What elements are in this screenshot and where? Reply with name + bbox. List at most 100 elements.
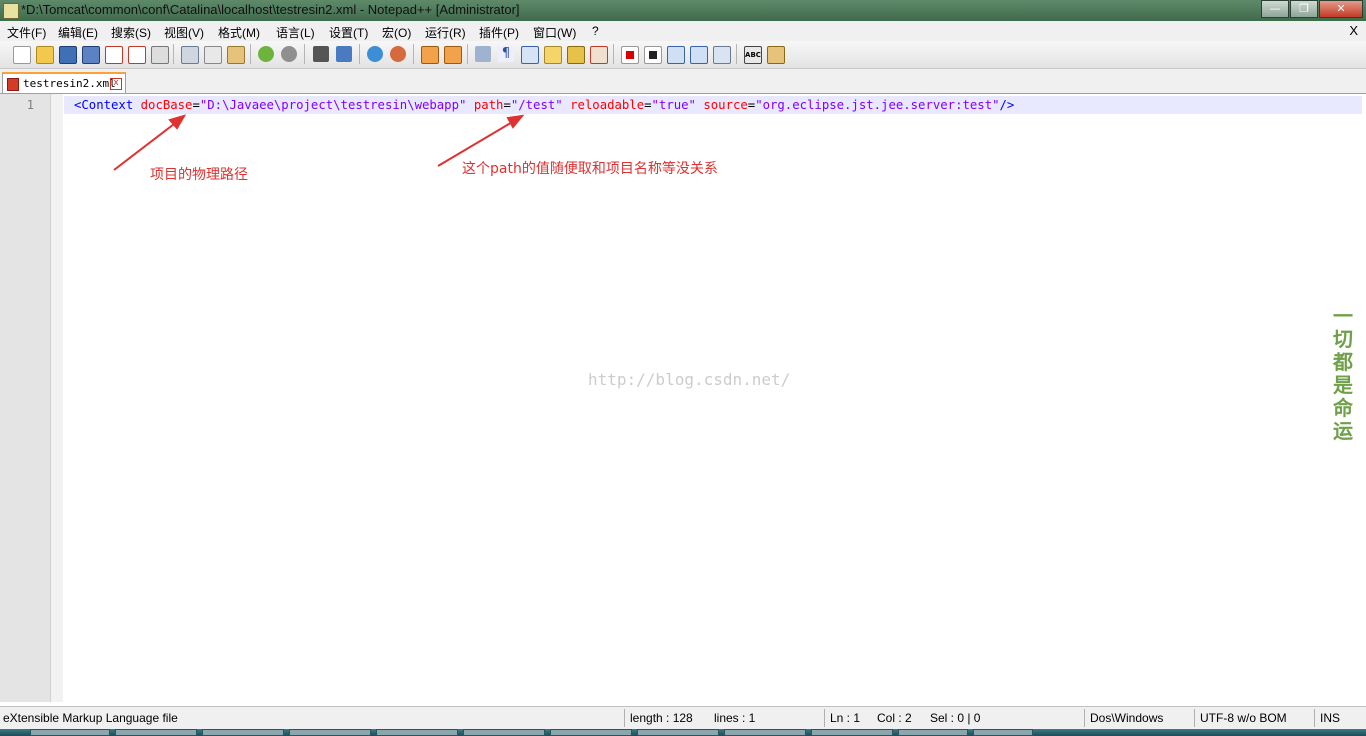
taskbar-button[interactable] bbox=[202, 729, 284, 736]
doc-map-icon[interactable] bbox=[567, 46, 585, 64]
redo-icon[interactable] bbox=[281, 46, 297, 62]
toolbar-separator bbox=[250, 44, 251, 64]
taskbar-button[interactable] bbox=[973, 729, 1033, 736]
paste-icon[interactable] bbox=[227, 46, 245, 64]
toolbar-separator bbox=[173, 44, 174, 64]
status-encoding: UTF-8 w/o BOM bbox=[1200, 711, 1287, 725]
xml-tag-close: /> bbox=[999, 98, 1015, 112]
fold-margin[interactable] bbox=[51, 94, 63, 702]
user-lang-icon[interactable] bbox=[544, 46, 562, 64]
word-wrap-icon[interactable] bbox=[475, 46, 491, 62]
zoom-out-icon[interactable] bbox=[390, 46, 406, 62]
taskbar-button[interactable] bbox=[550, 729, 632, 736]
taskbar-button[interactable] bbox=[463, 729, 545, 736]
replace-icon[interactable] bbox=[336, 46, 352, 62]
menu-settings[interactable]: 设置(T) bbox=[329, 24, 368, 41]
menu-search[interactable]: 搜索(S) bbox=[111, 24, 151, 41]
save-macro-icon[interactable] bbox=[713, 46, 731, 64]
plugin-icon[interactable] bbox=[767, 46, 785, 64]
close-all-icon[interactable] bbox=[128, 46, 146, 64]
close-icon[interactable] bbox=[105, 46, 123, 64]
copy-icon[interactable] bbox=[204, 46, 222, 64]
zoom-in-icon[interactable] bbox=[367, 46, 383, 62]
close-window-button[interactable]: ✕ bbox=[1319, 0, 1363, 18]
taskbar-button[interactable] bbox=[724, 729, 806, 736]
status-file-type: eXtensible Markup Language file bbox=[3, 711, 178, 725]
xml-attr-reloadable: reloadable bbox=[570, 98, 645, 112]
menu-macro[interactable]: 宏(O) bbox=[382, 24, 411, 41]
os-taskbar bbox=[0, 729, 1366, 736]
xml-value-reloadable: "true" bbox=[651, 98, 696, 112]
new-file-icon[interactable] bbox=[13, 46, 31, 64]
menu-file[interactable]: 文件(F) bbox=[7, 24, 46, 41]
sync-horizontal-icon[interactable] bbox=[444, 46, 462, 64]
maximize-button[interactable]: ❐ bbox=[1290, 0, 1318, 18]
notepad-app-icon[interactable] bbox=[3, 3, 19, 19]
status-separator bbox=[624, 709, 625, 727]
menu-window[interactable]: 窗口(W) bbox=[533, 24, 576, 41]
print-icon[interactable] bbox=[151, 46, 169, 64]
xml-attr-path: path bbox=[473, 98, 504, 112]
annotation-docbase: 项目的物理路径 bbox=[150, 167, 248, 183]
text-editor[interactable]: <Context docBase="D:\Javaee\project\test… bbox=[64, 94, 1366, 702]
toolbar-separator bbox=[613, 44, 614, 64]
menu-run[interactable]: 运行(R) bbox=[425, 24, 466, 41]
menu-format[interactable]: 格式(M) bbox=[218, 24, 260, 41]
save-icon[interactable] bbox=[59, 46, 77, 64]
status-lines: lines : 1 bbox=[714, 711, 756, 725]
status-bar: eXtensible Markup Language file length :… bbox=[0, 706, 1366, 729]
close-document-button[interactable]: X bbox=[1349, 23, 1358, 38]
menu-language[interactable]: 语言(L) bbox=[276, 24, 315, 41]
line-number: 1 bbox=[26, 98, 34, 112]
window-controls: — ❐ ✕ bbox=[1260, 0, 1363, 18]
toolbar-separator bbox=[359, 44, 360, 64]
menu-view[interactable]: 视图(V) bbox=[164, 24, 204, 41]
save-all-icon[interactable] bbox=[82, 46, 100, 64]
xml-value-path: "/test" bbox=[510, 98, 563, 112]
tab-bar: testresin2.xml x bbox=[0, 69, 1366, 94]
spell-check-icon[interactable]: ABC bbox=[744, 46, 762, 64]
minimize-button[interactable]: — bbox=[1261, 0, 1289, 18]
status-sel: Sel : 0 | 0 bbox=[930, 711, 981, 725]
title-bar: *D:\Tomcat\common\conf\Catalina\localhos… bbox=[0, 0, 1366, 21]
play-macro-icon[interactable] bbox=[667, 46, 685, 64]
cut-icon[interactable] bbox=[181, 46, 199, 64]
toolbar-separator bbox=[413, 44, 414, 64]
xml-tag-open: <Context bbox=[74, 98, 134, 112]
taskbar-button[interactable] bbox=[289, 729, 371, 736]
show-all-chars-icon[interactable]: ¶ bbox=[498, 46, 514, 62]
close-tab-icon[interactable]: x bbox=[110, 78, 122, 90]
find-icon[interactable] bbox=[313, 46, 329, 62]
menu-edit[interactable]: 编辑(E) bbox=[58, 24, 98, 41]
toolbar: ¶ ABC bbox=[0, 41, 1366, 69]
undo-icon[interactable] bbox=[258, 46, 274, 62]
menu-plugins[interactable]: 插件(P) bbox=[479, 24, 519, 41]
open-file-icon[interactable] bbox=[36, 46, 54, 64]
taskbar-button[interactable] bbox=[376, 729, 458, 736]
watermark-text: http://blog.csdn.net/ bbox=[588, 370, 791, 389]
code-line[interactable]: <Context docBase="D:\Javaee\project\test… bbox=[74, 97, 1014, 113]
run-macro-multiple-icon[interactable] bbox=[690, 46, 708, 64]
taskbar-button[interactable] bbox=[898, 729, 968, 736]
sync-vertical-icon[interactable] bbox=[421, 46, 439, 64]
status-separator bbox=[1084, 709, 1085, 727]
xml-attr-docbase: docBase bbox=[140, 98, 193, 112]
taskbar-button[interactable] bbox=[115, 729, 197, 736]
record-macro-icon[interactable] bbox=[621, 46, 639, 64]
taskbar-button[interactable] bbox=[30, 729, 110, 736]
function-list-icon[interactable] bbox=[590, 46, 608, 64]
line-number-gutter: 1 bbox=[0, 94, 51, 702]
taskbar-button[interactable] bbox=[811, 729, 893, 736]
status-ln: Ln : 1 bbox=[830, 711, 861, 725]
menu-help[interactable]: ? bbox=[592, 24, 599, 38]
indent-guide-icon[interactable] bbox=[521, 46, 539, 64]
status-col: Col : 2 bbox=[877, 711, 912, 725]
xml-value-source: "org.eclipse.jst.jee.server:test" bbox=[755, 98, 1000, 112]
tab-testresin2-xml[interactable]: testresin2.xml x bbox=[2, 72, 126, 93]
annotation-path: 这个path的值随便取和项目名称等没关系 bbox=[462, 161, 718, 177]
status-separator bbox=[1194, 709, 1195, 727]
stop-record-icon[interactable] bbox=[644, 46, 662, 64]
taskbar-button[interactable] bbox=[637, 729, 719, 736]
menu-bar: 文件(F) 编辑(E) 搜索(S) 视图(V) 格式(M) 语言(L) 设置(T… bbox=[0, 21, 1366, 41]
window-title: *D:\Tomcat\common\conf\Catalina\localhos… bbox=[21, 2, 520, 17]
